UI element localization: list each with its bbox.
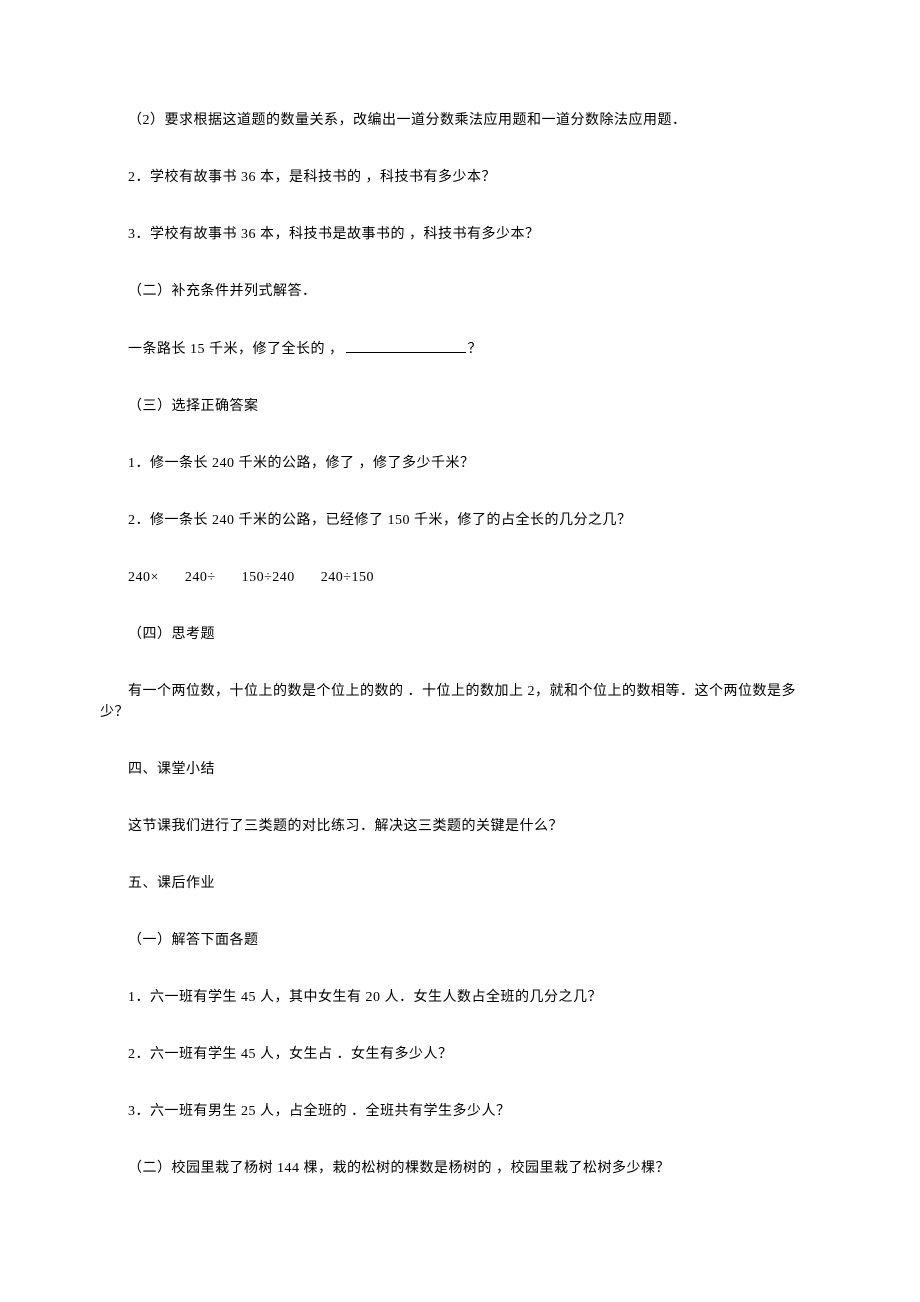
paragraph: 3．学校有故事书 36 本，科技书是故事书的 ，科技书有多少本？ <box>100 224 820 245</box>
paragraph: 2．六一班有学生 45 人，女生占 ．女生有多少人？ <box>100 1044 820 1065</box>
section-heading: （三）选择正确答案 <box>100 396 820 417</box>
paragraph: 1．修一条长 240 千米的公路，修了 ，修了多少千米？ <box>100 453 820 474</box>
paragraph-fill-blank: 一条路长 15 千米，修了全长的 ， ？ <box>100 338 820 360</box>
expression-options: 240× 240÷ 150÷240 240÷150 <box>100 567 820 588</box>
paragraph: 1．六一班有学生 45 人，其中女生有 20 人．女生人数占全班的几分之几？ <box>100 987 820 1008</box>
document-page: （2）要求根据这道题的数量关系，改编出一道分数乘法应用题和一道分数除法应用题． … <box>0 0 920 1275</box>
expression-option: 240÷150 <box>321 570 374 585</box>
paragraph: 有一个两位数，十位上的数是个位上的数的 ．十位上的数加上 2，就和个位上的数相等… <box>100 681 820 723</box>
section-heading: 五、课后作业 <box>100 873 820 894</box>
blank-underline <box>346 338 466 353</box>
expression-option: 240÷ <box>185 570 216 585</box>
paragraph: 这节课我们进行了三类题的对比练习．解决这三类题的关键是什么？ <box>100 816 820 837</box>
paragraph: （二）校园里栽了杨树 144 棵，栽的松树的棵数是杨树的 ，校园里栽了松树多少棵… <box>100 1158 820 1179</box>
section-heading: 四、课堂小结 <box>100 759 820 780</box>
paragraph: 2．学校有故事书 36 本，是科技书的 ，科技书有多少本？ <box>100 167 820 188</box>
expression-option: 150÷240 <box>242 570 295 585</box>
paragraph: （2）要求根据这道题的数量关系，改编出一道分数乘法应用题和一道分数除法应用题． <box>100 110 820 131</box>
text-before-blank: 一条路长 15 千米，修了全长的 ， <box>128 342 344 357</box>
section-heading: （四）思考题 <box>100 624 820 645</box>
text-after-blank: ？ <box>468 342 483 357</box>
paragraph: 3．六一班有男生 25 人，占全班的 ．全班共有学生多少人？ <box>100 1101 820 1122</box>
section-heading: （二）补充条件并列式解答． <box>100 281 820 302</box>
section-heading: （一）解答下面各题 <box>100 930 820 951</box>
expression-option: 240× <box>128 570 159 585</box>
paragraph: 2．修一条长 240 千米的公路，已经修了 150 千米，修了的占全长的几分之几… <box>100 510 820 531</box>
